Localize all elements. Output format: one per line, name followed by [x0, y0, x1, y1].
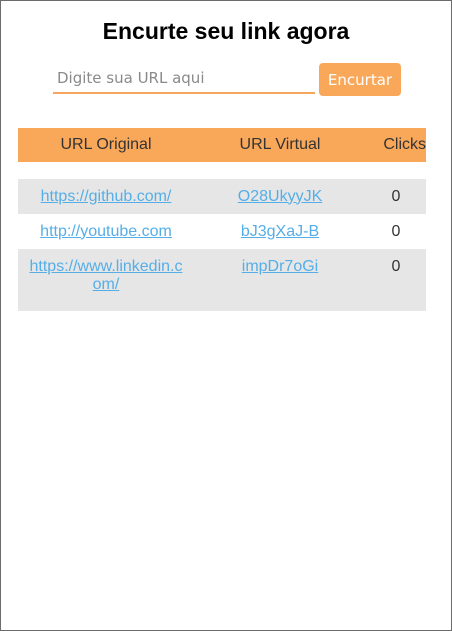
table-row: https://www.linkedin.com/ impDr7oGi 0	[18, 249, 426, 311]
table-row: https://github.com/ O28UkyyJK 0	[18, 179, 426, 214]
clicks-cell: 0	[366, 214, 426, 249]
original-url-cell: http://youtube.com	[18, 214, 194, 249]
clicks-count: 0	[391, 258, 401, 275]
table-row: http://youtube.com bJ3gXaJ-B 0	[18, 214, 426, 249]
original-url-link[interactable]: http://youtube.com	[40, 223, 172, 240]
virtual-url-link[interactable]: bJ3gXaJ-B	[241, 223, 319, 240]
original-url-link[interactable]: https://github.com/	[41, 188, 172, 205]
column-header-clicks: Clicks	[366, 128, 426, 162]
original-url-cell: https://github.com/	[18, 179, 194, 214]
clicks-cell: 0	[366, 249, 426, 311]
url-input[interactable]	[53, 63, 315, 94]
virtual-url-cell: bJ3gXaJ-B	[194, 214, 366, 249]
column-header-virtual-url: URL Virtual	[194, 128, 366, 162]
virtual-url-cell: O28UkyyJK	[194, 179, 366, 214]
clicks-count: 0	[391, 187, 401, 205]
original-url-cell: https://www.linkedin.com/	[18, 249, 194, 311]
table-spacer	[18, 162, 426, 179]
links-table: URL Original URL Virtual Clicks https://…	[18, 128, 426, 311]
original-url-link[interactable]: https://www.linkedin.com/	[26, 258, 186, 294]
clicks-count: 0	[391, 222, 401, 240]
virtual-url-cell: impDr7oGi	[194, 249, 366, 311]
column-header-original-url: URL Original	[18, 128, 194, 162]
virtual-url-link[interactable]: O28UkyyJK	[238, 188, 322, 205]
shorten-button[interactable]: Encurtar	[319, 63, 401, 96]
table-header-row: URL Original URL Virtual Clicks	[18, 128, 426, 162]
virtual-url-link[interactable]: impDr7oGi	[242, 258, 318, 275]
clicks-cell: 0	[366, 179, 426, 214]
page-title: Encurte seu link agora	[102, 18, 350, 44]
